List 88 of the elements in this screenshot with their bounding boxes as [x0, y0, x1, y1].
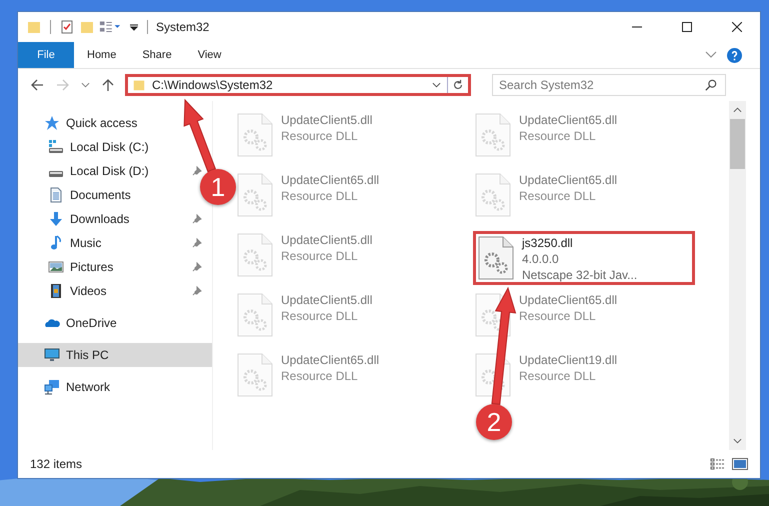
folder-icon — [132, 78, 146, 92]
film-icon — [48, 283, 64, 299]
drive-icon — [48, 139, 64, 155]
file-detail: Resource DLL — [519, 309, 597, 323]
details-view-icon[interactable] — [710, 458, 726, 470]
nav-item[interactable]: Quick access — [18, 111, 138, 135]
nav-item[interactable]: Local Disk (D:) — [18, 159, 149, 183]
file-name: UpdateClient5.dll — [281, 233, 372, 247]
file-name: UpdateClient65.dll — [519, 173, 618, 187]
file-name: UpdateClient5.dll — [281, 293, 372, 307]
file-name: UpdateClient19.dll — [519, 353, 618, 367]
file-detail: Resource DLL — [519, 189, 597, 203]
scroll-up-icon[interactable] — [733, 107, 742, 113]
nav-item[interactable]: Pictures — [18, 255, 114, 279]
file-icon — [475, 113, 511, 157]
pin-icon[interactable] — [192, 166, 202, 176]
nav-item[interactable]: Network — [18, 375, 110, 399]
ribbon-tab[interactable]: Share — [129, 42, 185, 68]
file-detail: Resource DLL — [281, 369, 359, 383]
nav-item[interactable]: Documents — [18, 183, 131, 207]
ribbon-tab[interactable]: View — [184, 42, 234, 68]
file-detail: Netscape 32-bit Jav... — [522, 268, 638, 282]
monitor-icon — [44, 347, 60, 363]
file-item[interactable]: UpdateClient5.dll Resource DLL — [235, 291, 457, 345]
file-icon — [237, 353, 273, 397]
thumbnail-view-icon[interactable] — [732, 458, 748, 470]
ribbon-tab[interactable]: Home — [74, 42, 130, 68]
nav-item[interactable]: Videos — [18, 279, 106, 303]
scroll-down-icon[interactable] — [733, 438, 742, 444]
nav-item[interactable]: This PC — [18, 343, 212, 367]
search-icon[interactable] — [705, 79, 717, 91]
music-note-icon — [48, 235, 64, 251]
file-icon — [237, 173, 273, 217]
properties-icon[interactable] — [59, 19, 75, 35]
star-icon — [44, 115, 60, 131]
address-bar[interactable]: C:\Windows\System32 — [125, 74, 471, 96]
pin-icon[interactable] — [192, 286, 202, 296]
nav-item[interactable]: Downloads — [18, 207, 130, 231]
file-name: UpdateClient65.dll — [281, 173, 380, 187]
nav-item[interactable]: Local Disk (C:) — [18, 135, 149, 159]
file-detail: Resource DLL — [519, 369, 597, 383]
item-count: 132 items — [30, 457, 82, 471]
file-icon — [478, 236, 514, 280]
download-icon — [48, 211, 64, 227]
nav-item[interactable]: Music — [18, 231, 102, 255]
file-icon — [237, 293, 273, 337]
file-name: js3250.dll — [522, 236, 574, 250]
picture-icon — [48, 259, 64, 275]
scrollbar[interactable] — [729, 101, 746, 450]
scroll-thumb[interactable] — [730, 119, 745, 169]
file-detail: Resource DLL — [281, 249, 359, 263]
file-item[interactable]: UpdateClient5.dll Resource DLL — [235, 111, 457, 165]
file-detail: Resource DLL — [519, 129, 597, 143]
file-detail: 4.0.0.0 — [522, 252, 560, 266]
file-item[interactable]: UpdateClient65.dll Resource DLL — [235, 171, 457, 225]
view-options-icon[interactable] — [99, 19, 121, 35]
file-icon — [237, 113, 273, 157]
network-icon — [44, 379, 60, 395]
dropdown-icon[interactable] — [432, 82, 441, 88]
file-detail: Resource DLL — [281, 129, 359, 143]
pin-icon[interactable] — [192, 262, 202, 272]
file-detail: Resource DLL — [281, 189, 359, 203]
caret-icon[interactable] — [129, 22, 139, 32]
file-icon — [475, 173, 511, 217]
file-item[interactable]: UpdateClient65.dll Resource DLL — [473, 111, 695, 165]
file-name: UpdateClient65.dll — [281, 353, 380, 367]
search-field[interactable]: Search System32 — [492, 74, 726, 96]
pin-icon[interactable] — [192, 238, 202, 248]
pin-icon[interactable] — [192, 214, 202, 224]
maximize-icon — [682, 22, 692, 32]
refresh-icon[interactable] — [452, 79, 464, 91]
file-menu-tab[interactable]: File — [18, 42, 74, 68]
nav-item[interactable]: OneDrive — [18, 311, 117, 335]
document-icon — [48, 187, 64, 203]
file-item[interactable]: UpdateClient65.dll Resource DLL — [235, 351, 457, 405]
expand-ribbon-icon[interactable] — [705, 51, 717, 59]
file-item[interactable]: js3250.dll 4.0.0.0 Netscape 32-bit Jav... — [473, 231, 695, 285]
close-icon — [732, 22, 742, 32]
file-detail: Resource DLL — [281, 309, 359, 323]
file-item[interactable]: UpdateClient5.dll Resource DLL — [235, 231, 457, 285]
file-icon — [237, 233, 273, 277]
file-item[interactable]: UpdateClient65.dll Resource DLL — [473, 171, 695, 225]
help-icon[interactable] — [727, 48, 742, 62]
file-name: UpdateClient65.dll — [519, 113, 618, 127]
drive-icon — [48, 170, 64, 178]
file-name: UpdateClient65.dll — [519, 293, 618, 307]
window-title: System32 — [156, 20, 210, 34]
file-name: UpdateClient5.dll — [281, 113, 372, 127]
